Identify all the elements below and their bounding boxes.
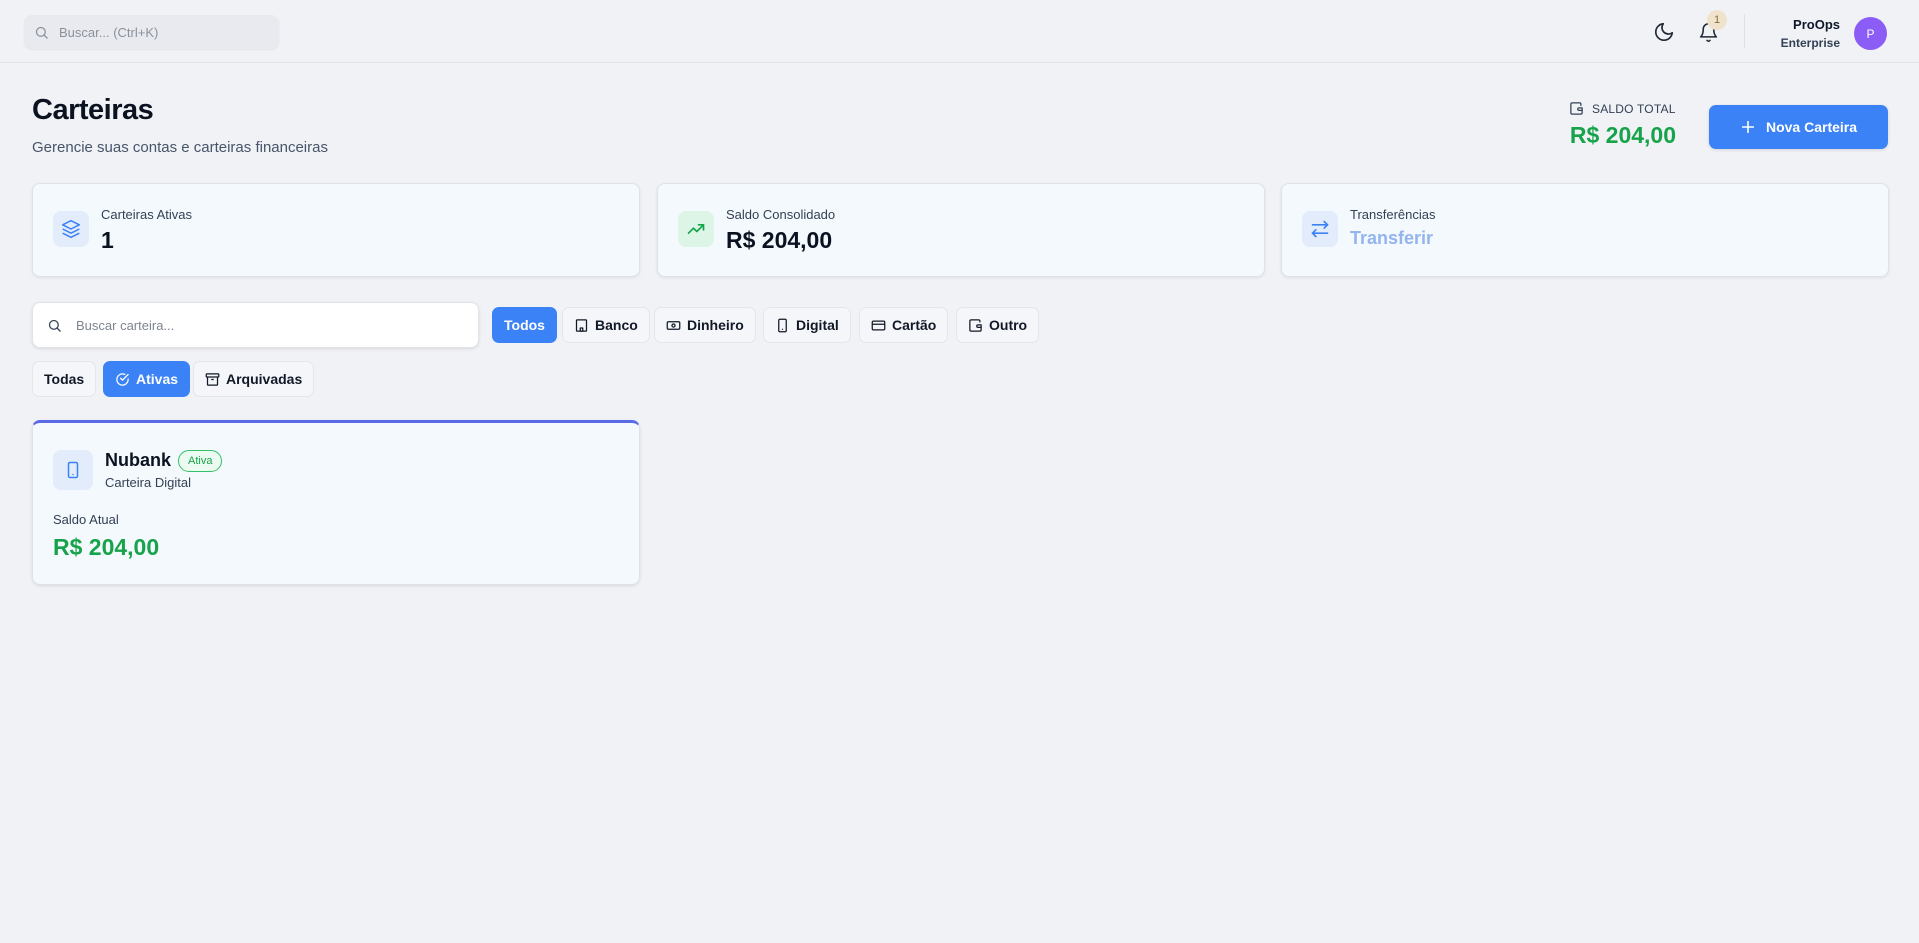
- top-bar: 1 ProOps Enterprise P: [0, 0, 1919, 63]
- filter-type-cartao[interactable]: Cartão: [859, 307, 949, 343]
- user-plan: Enterprise: [1780, 36, 1840, 50]
- phone-icon: [775, 318, 790, 333]
- plus-icon: [1740, 119, 1756, 135]
- stat-value: R$ 204,00: [726, 227, 833, 253]
- filter-status-ativas[interactable]: Ativas: [103, 361, 191, 397]
- topbar-divider: [1744, 14, 1745, 48]
- trending-up-icon: [678, 211, 714, 247]
- global-search-input[interactable]: [59, 24, 259, 40]
- stat-card-active-wallets: Carteiras Ativas 1: [32, 183, 640, 277]
- user-name: ProOps: [1793, 17, 1840, 32]
- chip-label: Dinheiro: [687, 317, 744, 333]
- bank-icon: [574, 318, 589, 333]
- stat-label: Transferências: [1350, 207, 1436, 222]
- total-balance-label-text: SALDO TOTAL: [1592, 101, 1676, 116]
- moon-icon: [1653, 21, 1675, 43]
- archive-icon: [205, 372, 220, 387]
- new-wallet-button-label: Nova Carteira: [1765, 119, 1858, 135]
- chip-label: Outro: [989, 317, 1028, 333]
- layers-icon: [53, 211, 89, 247]
- check-circle-icon: [115, 372, 130, 387]
- stat-card-consolidated-balance: Saldo Consolidado R$ 204,00: [657, 183, 1265, 277]
- wallet-type: Carteira Digital: [105, 475, 191, 490]
- total-balance-label: SALDO TOTAL: [1569, 101, 1676, 116]
- card-icon: [871, 318, 886, 333]
- wallet-search[interactable]: [32, 302, 479, 348]
- wallet-balance-label: Saldo Atual: [53, 512, 119, 527]
- transfer-link[interactable]: Transferir: [1350, 228, 1433, 249]
- wallet-icon: [1569, 101, 1584, 116]
- page-title: Carteiras: [32, 94, 154, 126]
- chip-label: Arquivadas: [226, 371, 303, 387]
- wallet-card[interactable]: Nubank Ativa Carteira Digital Saldo Atua…: [32, 420, 640, 585]
- chip-label: Cartão: [892, 317, 937, 333]
- cash-icon: [666, 318, 681, 333]
- chip-label: Ativas: [136, 371, 179, 387]
- phone-icon: [53, 450, 93, 490]
- search-icon: [34, 25, 49, 40]
- filter-type-digital[interactable]: Digital: [763, 307, 851, 343]
- stat-label: Saldo Consolidado: [726, 207, 836, 222]
- global-search[interactable]: [24, 15, 279, 49]
- chip-label: Todas: [44, 371, 85, 387]
- transfer-icon: [1302, 211, 1338, 247]
- status-badge: Ativa: [178, 450, 223, 472]
- stat-label: Carteiras Ativas: [101, 207, 193, 222]
- wallet-balance: R$ 204,00: [53, 534, 160, 560]
- chip-label: Digital: [796, 317, 839, 333]
- wallet-icon: [968, 318, 983, 333]
- notification-count-badge: 1: [1707, 10, 1727, 30]
- stat-value: 1: [101, 227, 114, 253]
- page-subtitle: Gerencie suas contas e carteiras finance…: [32, 139, 328, 156]
- filter-status-arquivadas[interactable]: Arquivadas: [193, 361, 315, 397]
- wallet-name: Nubank: [105, 450, 172, 470]
- filter-type-banco[interactable]: Banco: [562, 307, 650, 343]
- stat-card-transfers: Transferências Transferir: [1281, 183, 1889, 277]
- wallet-search-input[interactable]: [76, 317, 456, 333]
- new-wallet-button[interactable]: Nova Carteira: [1709, 105, 1888, 149]
- avatar[interactable]: P: [1854, 17, 1887, 50]
- chip-label: Banco: [595, 317, 638, 333]
- filter-type-outro[interactable]: Outro: [956, 307, 1040, 343]
- theme-toggle-button[interactable]: [1650, 18, 1678, 46]
- filter-type-todos[interactable]: Todos: [492, 307, 557, 343]
- filter-type-dinheiro[interactable]: Dinheiro: [654, 307, 756, 343]
- chip-label: Todos: [504, 317, 545, 333]
- filter-status-todas[interactable]: Todas: [32, 361, 97, 397]
- search-icon: [47, 318, 62, 333]
- total-balance-value: R$ 204,00: [1569, 122, 1676, 148]
